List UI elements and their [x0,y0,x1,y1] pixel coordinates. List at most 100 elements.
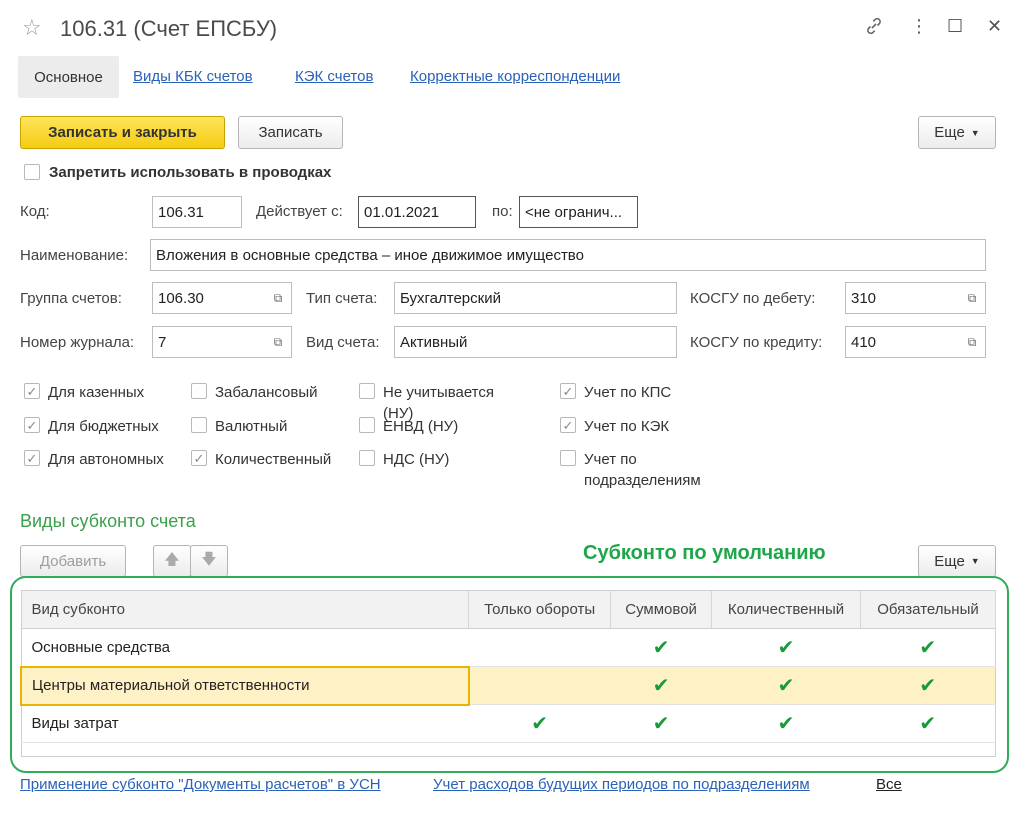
flag-label: Учет по КПС [584,384,672,401]
flag-label: ЕНВД (НУ) [383,418,459,435]
flag-label: Учет по КЭК [584,418,670,435]
column-header[interactable]: Только обороты [468,590,612,629]
type-field[interactable]: Бухгалтерский [394,282,677,314]
column-header[interactable]: Обязательный [860,590,996,629]
name-label: Наименование: [20,247,129,264]
subconto-table[interactable]: Вид субконто Только обороты Суммовой Кол… [20,590,996,757]
group-label: Группа счетов: [20,290,122,307]
future-expenses-link[interactable]: Учет расходов будущих периодов по подраз… [433,776,810,793]
type-label: Тип счета: [306,290,378,307]
check-icon: ✔ [610,628,712,667]
chevron-down-icon: ▼ [970,127,980,138]
tab-kbk[interactable]: Виды КБК счетов [133,68,253,85]
open-icon[interactable]: ⧉ [959,327,985,357]
kosgu-credit-field[interactable]: 410 ⧉ [845,326,986,358]
star-icon[interactable]: ☆ [22,15,42,41]
flag-label: Забалансовый [215,384,318,401]
arrow-down-icon: 🡇 [201,550,217,568]
check-icon: ✔ [860,628,996,667]
name-field[interactable]: Вложения в основные средства – иное движ… [150,239,986,271]
prohibit-checkbox[interactable] [24,164,40,180]
tab-kek[interactable]: КЭК счетов [295,68,373,85]
flag-checkbox[interactable] [359,383,375,399]
flag-label: Для казенных [48,384,145,401]
move-up-button[interactable]: 🡅 [153,545,191,577]
flag-checkbox[interactable] [359,450,375,466]
check-icon: ✓ [26,450,38,466]
default-subconto-annotation: Субконто по умолчанию [583,542,826,564]
group-field[interactable]: 106.30 ⧉ [152,282,292,314]
kosgu-debit-value: 310 [851,289,877,307]
group-value: 106.30 [158,289,204,307]
flag-checkbox[interactable]: ✓ [24,417,40,433]
check-icon: ✓ [562,383,574,399]
flag-checkbox[interactable] [191,383,207,399]
table-row-empty [21,743,996,757]
flag-checkbox[interactable]: ✓ [24,450,40,466]
valid-to-field[interactable]: <не огранич... [519,196,638,228]
flag-checkbox[interactable] [191,417,207,433]
flag-label: Учет по подразделениям [584,451,701,489]
save-and-close-button[interactable]: Записать и закрыть [20,116,225,149]
check-icon [468,666,611,705]
move-down-button[interactable]: 🡇 [190,545,228,577]
window-title: 106.31 (Счет ЕПСБУ) [60,16,278,41]
close-icon[interactable]: ✕ [987,16,1002,37]
flag-label: Количественный [215,451,332,468]
table-row[interactable]: Основные средства ✔ ✔ ✔ [21,628,996,667]
flag-checkbox[interactable] [359,417,375,433]
subconto-name: Основные средства [21,628,469,667]
valid-from-field[interactable]: 01.01.2021 [358,196,476,228]
check-icon: ✓ [26,383,38,399]
link-icon[interactable] [864,16,884,41]
usn-link[interactable]: Применение субконто "Документы расчетов"… [20,776,381,793]
valid-from-label: Действует с: [256,203,343,220]
kosgu-credit-label: КОСГУ по кредиту: [690,334,823,351]
code-label: Код: [20,203,50,220]
subconto-more-button[interactable]: Еще ▼ [918,545,996,577]
flag-label: Валютный [215,418,288,435]
more-icon[interactable]: ⋮ [910,16,928,37]
journal-field[interactable]: 7 ⧉ [152,326,292,358]
flag-checkbox[interactable]: ✓ [560,417,576,433]
table-row[interactable]: Центры материальной ответственности ✔ ✔ … [20,665,996,706]
flag-checkbox[interactable]: ✓ [560,383,576,399]
subconto-section-title: Виды субконто счета [20,511,196,531]
flag-checkbox[interactable]: ✓ [191,450,207,466]
save-button[interactable]: Записать [238,116,343,149]
check-icon: ✓ [26,417,38,433]
check-icon: ✔ [860,666,996,705]
kind-field[interactable]: Активный [394,326,677,358]
column-header[interactable]: Суммовой [610,590,713,629]
arrow-up-icon: 🡅 [164,550,180,568]
open-icon[interactable]: ⧉ [265,283,291,313]
check-icon [468,628,611,667]
code-field[interactable]: 106.31 [152,196,242,228]
kosgu-debit-field[interactable]: 310 ⧉ [845,282,986,314]
tab-main[interactable]: Основное [18,56,119,98]
table-header: Вид субконто Только обороты Суммовой Кол… [21,590,996,629]
all-link[interactable]: Все [876,776,902,793]
maximize-icon[interactable]: ☐ [947,16,963,37]
flag-label: Для бюджетных [48,418,159,435]
table-row[interactable]: Виды затрат ✔ ✔ ✔ ✔ [21,704,996,743]
column-header[interactable]: Количественный [711,590,862,629]
flag-checkbox[interactable]: ✓ [24,383,40,399]
subconto-name: Виды затрат [21,704,469,743]
journal-label: Номер журнала: [20,334,135,351]
to-label: по: [492,203,513,220]
kosgu-debit-label: КОСГУ по дебету: [690,290,816,307]
check-icon: ✔ [610,666,712,705]
check-icon: ✔ [711,666,861,705]
subconto-name: Центры материальной ответственности [20,665,470,706]
tab-correspondences[interactable]: Корректные корреспонденции [410,68,620,85]
flag-label: НДС (НУ) [383,451,450,468]
open-icon[interactable]: ⧉ [959,283,985,313]
more-button-label: Еще [934,124,965,141]
column-header[interactable]: Вид субконто [21,590,470,629]
open-icon[interactable]: ⧉ [265,327,291,357]
add-button[interactable]: Добавить [20,545,126,577]
check-icon: ✔ [711,628,861,667]
more-button[interactable]: Еще ▼ [918,116,996,149]
flag-checkbox[interactable] [560,450,576,466]
